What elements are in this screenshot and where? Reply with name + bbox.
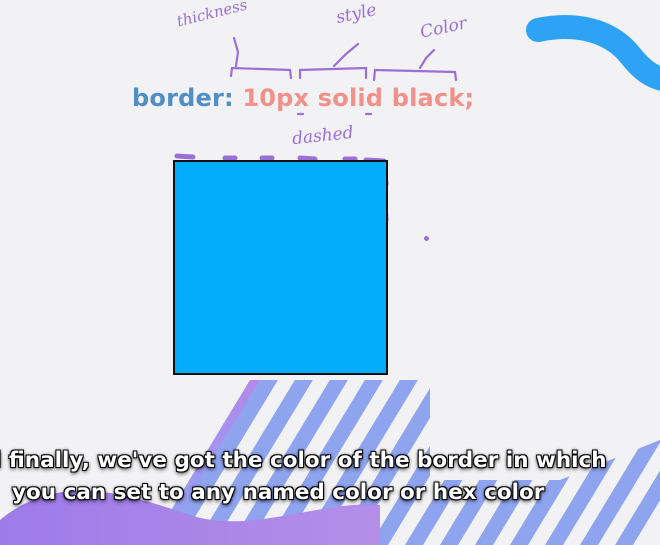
bordered-blue-box <box>173 160 388 375</box>
video-subtitles: l finally, we've got the color of the bo… <box>0 445 660 509</box>
subtitle-line-1: l finally, we've got the color of the bo… <box>0 448 607 473</box>
subtitle-line-2: you can set to any named color or hex co… <box>12 480 545 505</box>
css-value-color: black; <box>391 84 475 112</box>
pen-dot <box>424 236 429 241</box>
css-value-style: solid <box>317 84 384 112</box>
css-value-thickness: 10px <box>242 84 310 112</box>
css-property: border: <box>132 84 234 112</box>
css-code-line: border: 10px solid black; <box>132 84 474 112</box>
swoosh-decoration <box>526 15 660 91</box>
